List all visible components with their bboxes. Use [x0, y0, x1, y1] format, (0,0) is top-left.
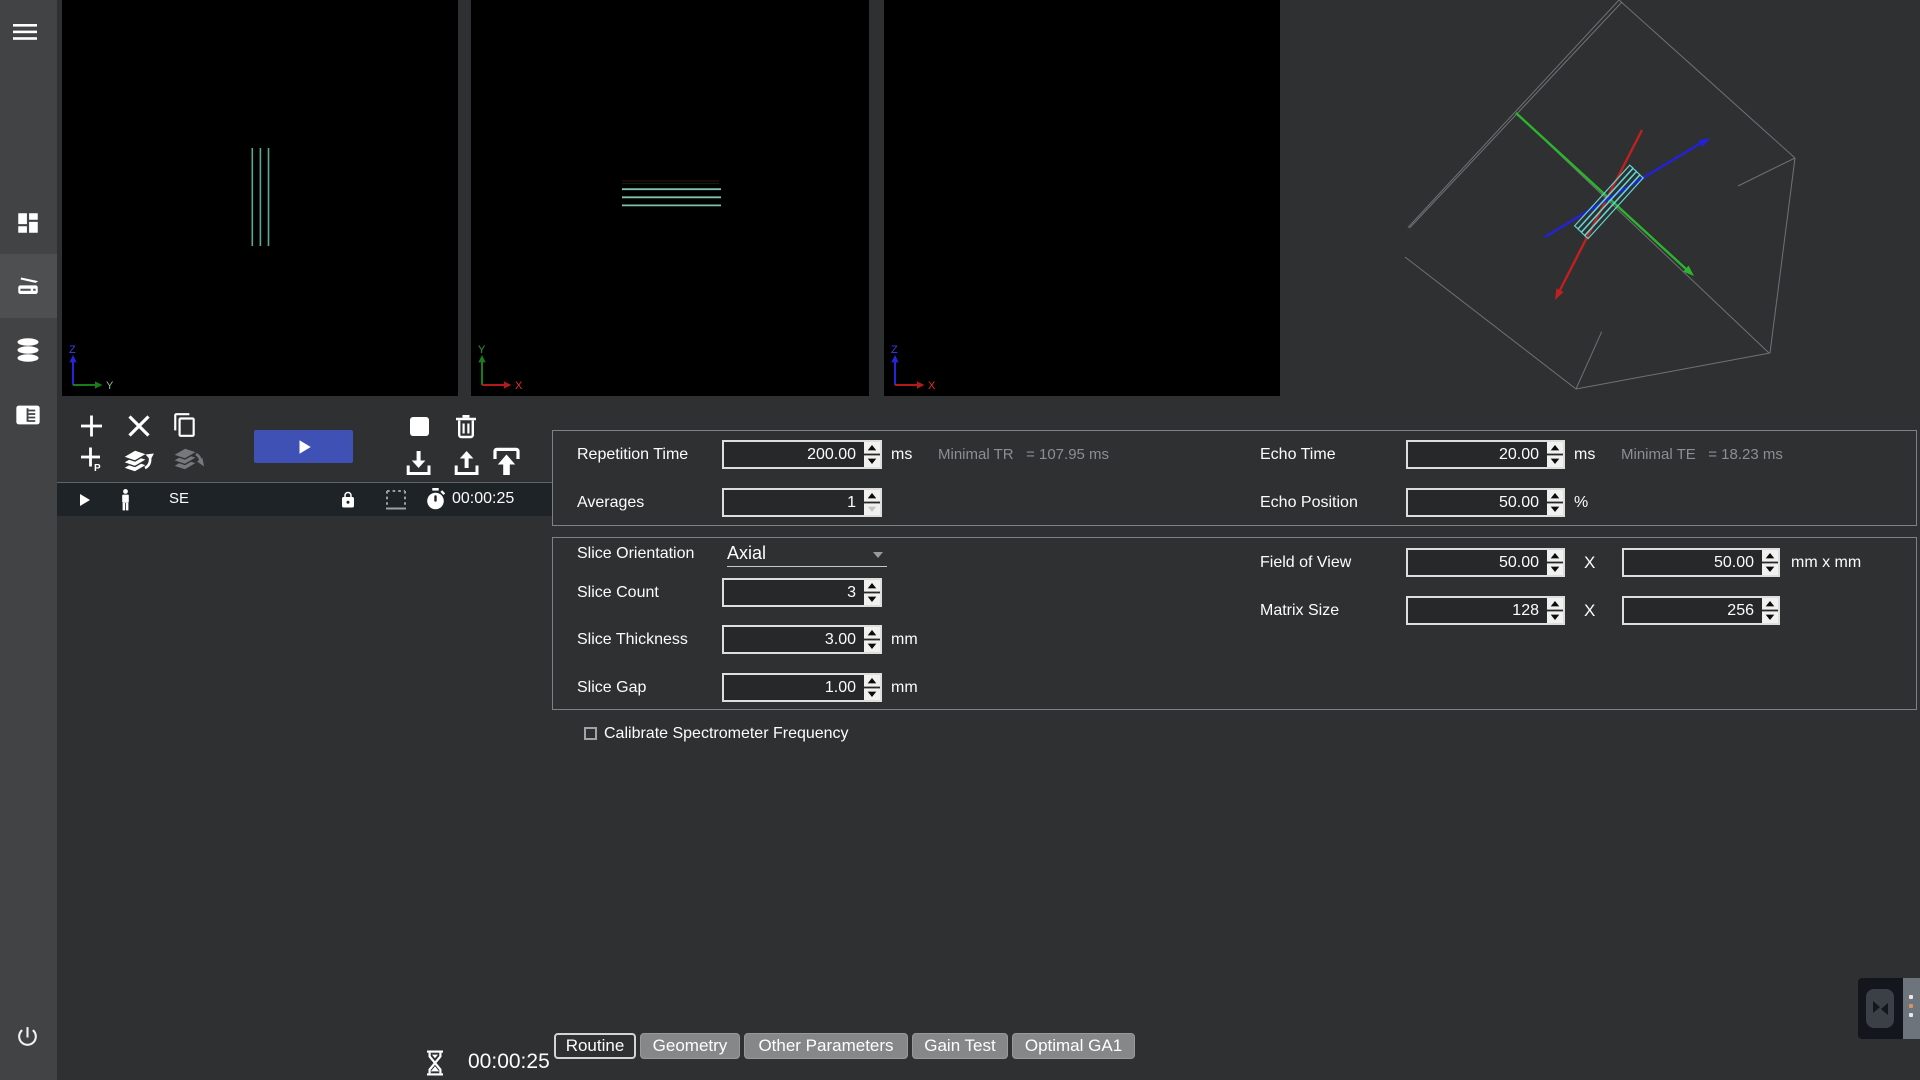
svg-text:Z: Z	[69, 344, 76, 356]
svg-text:Z: Z	[891, 344, 898, 356]
svg-text:Y: Y	[478, 344, 486, 356]
svg-text:Y: Y	[106, 380, 114, 392]
svg-text:X: X	[515, 380, 523, 392]
svg-text:X: X	[928, 380, 936, 392]
svg-text:P: P	[94, 463, 101, 473]
